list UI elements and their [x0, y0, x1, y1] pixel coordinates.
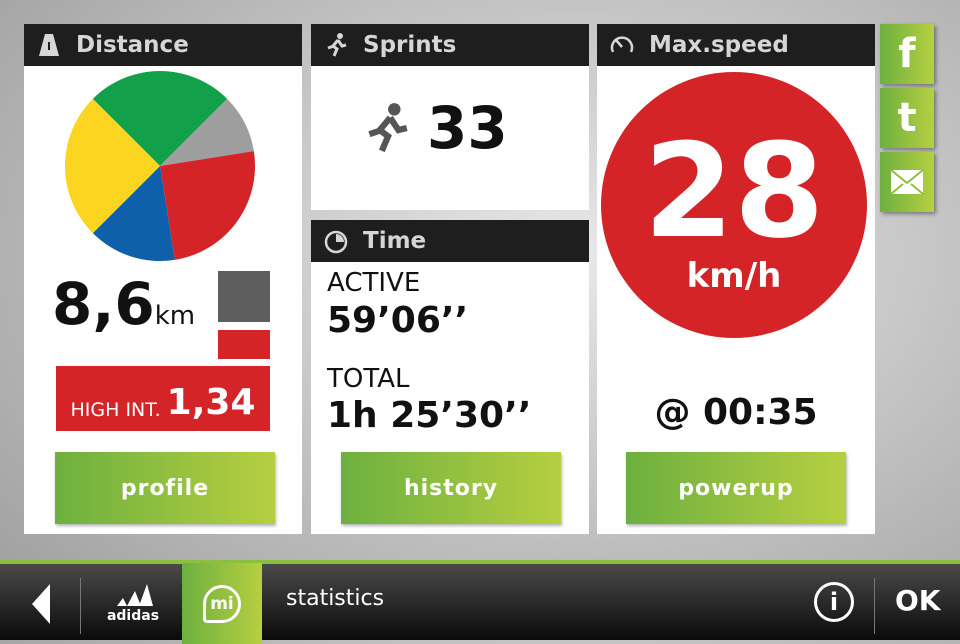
- total-label: TOTAL: [327, 364, 410, 394]
- info-icon[interactable]: i: [814, 582, 854, 622]
- sprints-title: Sprints: [363, 32, 457, 58]
- mi-logo: mi: [203, 584, 241, 623]
- road-icon: [39, 34, 59, 56]
- sprints-header: Sprints: [311, 24, 589, 66]
- maxspeed-title: Max.speed: [649, 32, 789, 58]
- active-label: ACTIVE: [327, 268, 421, 298]
- back-arrow-icon[interactable]: [30, 584, 52, 624]
- ok-button[interactable]: OK: [895, 584, 941, 617]
- screen-title: statistics: [286, 586, 385, 611]
- distance-header: Distance: [24, 24, 302, 66]
- high-int-value: 1,34: [166, 382, 256, 423]
- runner-icon: [327, 33, 347, 57]
- sprinter-icon: [368, 103, 408, 153]
- facebook-button[interactable]: f: [880, 24, 934, 84]
- high-intensity-box: HIGH INT. 1,34: [56, 366, 270, 431]
- legend-swatch-gray: [218, 271, 270, 322]
- bottom-bar: adidas mi statistics i OK: [0, 560, 960, 644]
- active-value: 59’06’’: [327, 300, 469, 341]
- speed-circle: 28 km/h: [601, 72, 867, 338]
- sprints-panel: Sprints 33: [311, 24, 589, 210]
- maxspeed-panel: Max.speed 28 km/h @ 00:35 powerup: [597, 24, 875, 534]
- twitter-button[interactable]: t: [880, 88, 934, 148]
- distance-title: Distance: [76, 32, 189, 58]
- envelope-icon: [890, 169, 924, 195]
- distance-pie-chart: [65, 71, 255, 261]
- pie-slice-2: [160, 151, 255, 260]
- total-value: 1h 25’30’’: [327, 395, 532, 436]
- adidas-logo: adidas: [98, 582, 168, 623]
- maxspeed-header: Max.speed: [597, 24, 875, 66]
- distance-unit: km: [154, 301, 196, 331]
- time-title: Time: [363, 228, 427, 254]
- powerup-button[interactable]: powerup: [626, 452, 846, 524]
- email-button[interactable]: [880, 152, 934, 212]
- legend-swatch-red: [218, 330, 270, 359]
- speedometer-icon: [610, 36, 634, 53]
- distance-panel: Distance 8,6 km HIGH INT. 1,34 profile: [24, 24, 302, 534]
- speed-value: 28: [643, 115, 825, 267]
- facebook-icon: f: [898, 31, 916, 77]
- history-button[interactable]: history: [341, 452, 561, 524]
- profile-button[interactable]: profile: [55, 452, 275, 524]
- twitter-icon: t: [897, 95, 917, 141]
- time-header: Time: [311, 220, 589, 262]
- stopwatch-icon: [324, 230, 348, 254]
- sprints-count: 33: [427, 94, 508, 162]
- distance-value: 8,6: [52, 270, 155, 338]
- speed-unit: km/h: [686, 256, 782, 296]
- mi-button[interactable]: mi: [182, 563, 262, 644]
- high-int-label: HIGH INT.: [70, 399, 161, 421]
- speed-time: @ 00:35: [654, 392, 818, 433]
- time-panel: Time ACTIVE 59’06’’ TOTAL 1h 25’30’’ his…: [311, 220, 589, 534]
